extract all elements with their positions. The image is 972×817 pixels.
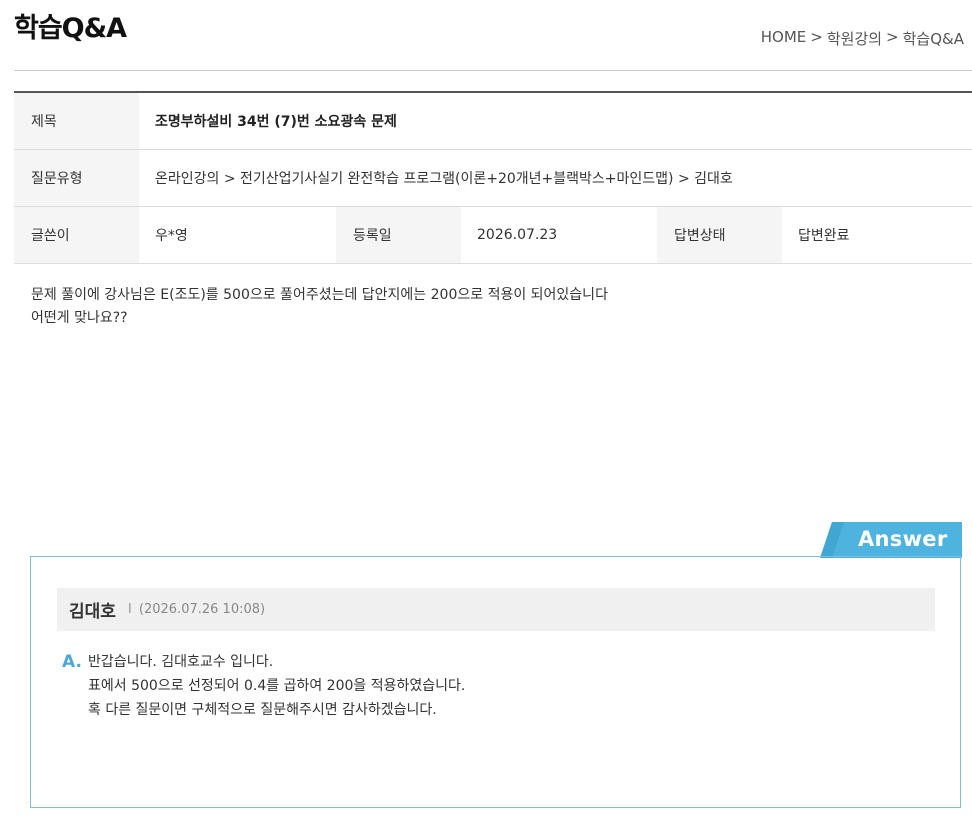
breadcrumb-home[interactable]: HOME [761,28,807,49]
answer-content: A. 반갑습니다. 김대호교수 입니다. 표에서 500으로 선정되어 0.4를… [62,650,465,722]
answer-line: 표에서 500으로 선정되어 0.4를 곱하여 200을 적용하였습니다. [88,678,466,694]
subject-label: 제목 [14,93,139,149]
answer-datetime: (2026.07.26 10:08) [138,602,266,617]
meta-row: 글쓴이 우*영 등록일 2026.07.23 답변상태 답변완료 [14,207,972,264]
question-body-line: 문제 풀이에 강사님은 E(조도)를 500으로 풀어주셨는데 답안지에는 20… [31,287,608,303]
author-value: 우*영 [155,228,188,244]
status-label: 답변상태 [657,207,782,263]
question-type-row: 질문유형 온라인강의 > 전기산업기사실기 완전학습 프로그램(이론+20개년+… [14,150,972,207]
answer-line: 반갑습니다. 김대호교수 입니다. [88,654,274,670]
answer-tab-label: Answer [858,527,948,551]
subject-row: 제목 조명부하설비 34번 (7)번 소요광속 문제 [14,93,972,150]
answer-meta: I (2026.07.26 10:08) [128,602,265,617]
breadcrumb: HOME > 학원강의 > 학습Q&A [761,28,964,49]
answer-header: 김대호 I (2026.07.26 10:08) [57,588,935,631]
answer-tab: Answer [820,522,962,558]
subject-value: 조명부하설비 34번 (7)번 소요광속 문제 [155,114,397,130]
page-title: 학습Q&A [14,13,127,44]
question-type-label: 질문유형 [14,150,139,206]
answer-mark-icon: A. [62,652,82,672]
question-info-table: 제목 조명부하설비 34번 (7)번 소요광속 문제 질문유형 온라인강의 > … [14,91,972,264]
answer-box: 김대호 I (2026.07.26 10:08) A. 반갑습니다. 김대호교수… [30,556,961,808]
answer-text: 반갑습니다. 김대호교수 입니다. 표에서 500으로 선정되어 0.4를 곱하… [88,650,465,722]
question-body: 문제 풀이에 강사님은 E(조도)를 500으로 풀어주셨는데 답안지에는 20… [31,284,951,330]
author-label: 글쓴이 [14,207,139,263]
breadcrumb-qna[interactable]: 학습Q&A [903,28,964,49]
meta-divider: I [127,602,132,617]
date-value: 2026.07.23 [477,227,558,243]
question-body-line: 어떤게 맞나요?? [31,310,128,326]
header-divider [14,70,972,71]
breadcrumb-separator: > [810,28,823,46]
breadcrumb-separator: > [886,28,899,46]
date-label: 등록일 [336,207,461,263]
answer-line: 혹 다른 질문이면 구체적으로 질문해주시면 감사하겠습니다. [88,702,437,718]
breadcrumb-academy-lectures[interactable]: 학원강의 [827,28,882,49]
status-value: 답변완료 [798,228,850,244]
answer-author: 김대호 [69,602,116,622]
question-type-value: 온라인강의 > 전기산업기사실기 완전학습 프로그램(이론+20개년+블랙박스+… [155,171,733,187]
